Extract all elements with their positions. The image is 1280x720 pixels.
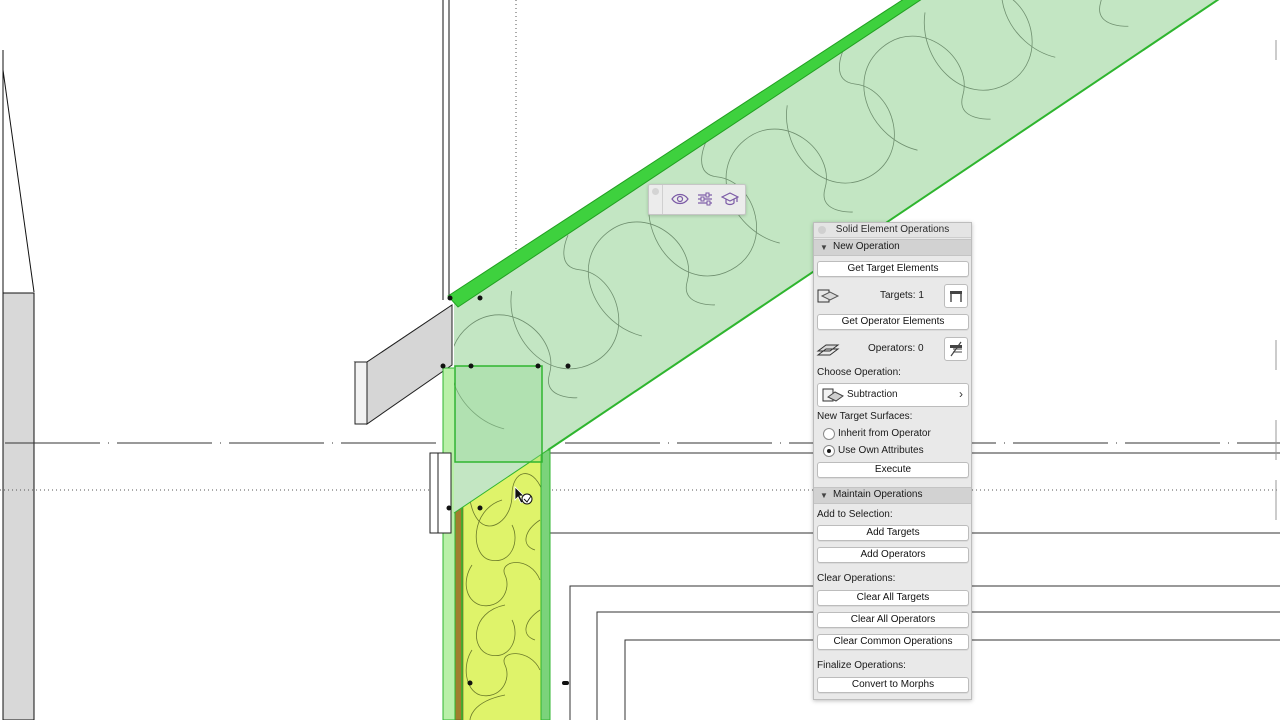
execute-button[interactable]: Execute xyxy=(817,462,969,478)
disclosure-triangle-icon: ▼ xyxy=(820,243,828,252)
new-target-surfaces-label: New Target Surfaces: xyxy=(817,411,913,422)
palette-titlebar[interactable]: Solid Element Operations xyxy=(814,223,971,238)
chevron-right-icon: › xyxy=(959,387,963,401)
highlight-operators-button[interactable] xyxy=(944,337,968,361)
target-element-icon xyxy=(817,289,840,303)
table-highlight-icon xyxy=(950,291,962,302)
new-operation-header[interactable]: ▼ New Operation xyxy=(814,239,971,256)
use-own-attributes-label[interactable]: Use Own Attributes xyxy=(838,445,924,456)
toolbar-grip[interactable] xyxy=(649,185,663,214)
operator-element-icon xyxy=(816,344,840,356)
convert-to-morphs-button[interactable]: Convert to Morphs xyxy=(817,677,969,693)
clear-all-targets-button[interactable]: Clear All Targets xyxy=(817,590,969,606)
new-operation-label: New Operation xyxy=(833,241,900,252)
operation-selector[interactable]: Subtraction › xyxy=(817,383,969,407)
choose-operation-label: Choose Operation: xyxy=(817,367,901,378)
get-operator-elements-button[interactable]: Get Operator Elements xyxy=(817,314,969,330)
operators-count: Operators: 0 xyxy=(868,343,924,354)
targets-count: Targets: 1 xyxy=(880,290,924,301)
add-targets-button[interactable]: Add Targets xyxy=(817,525,969,541)
operator-highlight-icon xyxy=(950,341,962,357)
palette-title: Solid Element Operations xyxy=(835,224,950,235)
highlight-targets-button[interactable] xyxy=(944,284,968,308)
clear-operations-label: Clear Operations: xyxy=(817,573,896,584)
sliders-icon[interactable] xyxy=(696,191,714,207)
add-to-selection-label: Add to Selection: xyxy=(817,509,893,520)
finalize-operations-label: Finalize Operations: xyxy=(817,660,906,671)
mini-toolbar xyxy=(648,184,746,215)
inherit-from-operator-label[interactable]: Inherit from Operator xyxy=(838,428,931,439)
maintain-operations-header[interactable]: ▼ Maintain Operations xyxy=(814,487,971,504)
trim-piece xyxy=(429,452,452,534)
drawing-canvas[interactable] xyxy=(0,0,1280,720)
disclosure-triangle-icon: ▼ xyxy=(820,491,828,500)
eye-icon[interactable] xyxy=(671,191,689,207)
maintain-operations-label: Maintain Operations xyxy=(833,489,923,500)
clear-all-operators-button[interactable]: Clear All Operators xyxy=(817,612,969,628)
get-target-elements-button[interactable]: Get Target Elements xyxy=(817,261,969,277)
operation-value: Subtraction xyxy=(847,389,898,400)
graduation-cap-icon[interactable] xyxy=(721,191,739,207)
solid-element-operations-palette: Solid Element Operations ▼ New Operation… xyxy=(813,222,972,700)
fascia-board xyxy=(353,304,453,425)
use-own-attributes-radio[interactable] xyxy=(823,445,835,457)
clear-common-operations-button[interactable]: Clear Common Operations xyxy=(817,634,969,650)
subtraction-icon xyxy=(822,388,844,402)
inherit-from-operator-radio[interactable] xyxy=(823,428,835,440)
add-operators-button[interactable]: Add Operators xyxy=(817,547,969,563)
